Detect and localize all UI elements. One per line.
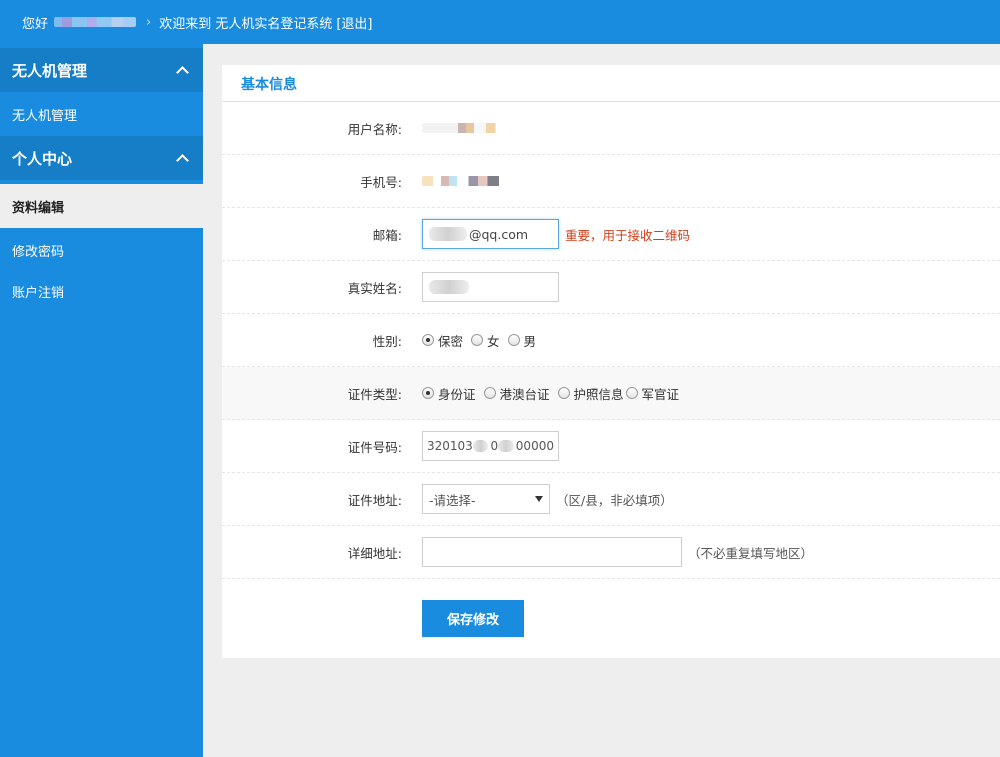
row-gender: 性别: 保密 女 男: [222, 314, 1000, 367]
radio-checked-icon[interactable]: [422, 387, 434, 399]
radio-icon[interactable]: [557, 387, 570, 399]
email-local-redacted: [429, 227, 467, 241]
radio-icon[interactable]: [483, 387, 496, 399]
sidebar-item-account-cancel[interactable]: 账户注销: [0, 272, 203, 310]
save-button[interactable]: 保存修改: [422, 599, 524, 637]
email-field[interactable]: @qq.com: [422, 219, 559, 249]
row-idtype: 证件类型: 身份证 港澳台证 护照信息 军官证: [222, 367, 1000, 420]
gender-label: 性别:: [372, 333, 402, 349]
email-suffix: @qq.com: [469, 226, 529, 242]
idno-redacted: [472, 440, 489, 452]
username-label: 用户名称:: [347, 121, 402, 137]
radio-icon[interactable]: [471, 334, 484, 346]
profile-panel: 基本信息 用户名称: 手机号: 邮箱: @qq.com 重要，用于接收二维码 真…: [222, 65, 1000, 658]
greeting-text: 您好: [22, 16, 49, 32]
idno-label: 证件号码:: [347, 439, 402, 455]
radio-icon[interactable]: [507, 334, 520, 346]
address-select-value: -请选择-: [429, 492, 476, 508]
action-row: 保存修改: [222, 579, 1000, 657]
address-hint: （区/县，非必填项）: [556, 492, 673, 508]
realname-field[interactable]: [422, 272, 559, 302]
menu-group-drone[interactable]: 无人机管理: [0, 48, 203, 92]
gender-radio-female[interactable]: 女: [471, 331, 500, 350]
phone-value-redacted: [422, 176, 502, 186]
row-idno: 证件号码: 320103 0 00000: [222, 420, 1000, 473]
idtype-radio-hk-mo-tw[interactable]: 港澳台证: [483, 384, 550, 403]
address-label: 证件地址:: [347, 492, 402, 508]
gender-radio-male[interactable]: 男: [507, 331, 536, 350]
email-hint: 重要，用于接收二维码: [565, 227, 691, 243]
sidebar-item-change-password[interactable]: 修改密码: [0, 228, 203, 272]
menu-group-title: 无人机管理: [12, 61, 88, 80]
detail-hint: （不必重复填写地区）: [688, 545, 814, 561]
idno-redacted: [498, 440, 514, 452]
sidebar-item-drone-management[interactable]: 无人机管理: [0, 92, 203, 136]
row-username: 用户名称:: [222, 102, 1000, 155]
welcome-text: 欢迎来到 无人机实名登记系统: [159, 16, 333, 32]
panel-title: 基本信息: [222, 65, 1000, 102]
chevron-up-icon[interactable]: [176, 66, 189, 79]
menu-group-personal[interactable]: 个人中心: [0, 136, 203, 180]
row-detail-address: 详细地址: （不必重复填写地区）: [222, 526, 1000, 579]
chevron-up-icon[interactable]: [176, 154, 189, 167]
detail-label: 详细地址:: [347, 545, 402, 561]
detail-address-input[interactable]: [422, 537, 682, 567]
radio-icon[interactable]: [625, 387, 638, 399]
realname-redacted: [429, 280, 469, 294]
top-bar: 您好 › 欢迎来到 无人机实名登记系统 [退出]: [0, 0, 1000, 44]
username-value-redacted: [422, 123, 502, 133]
row-email: 邮箱: @qq.com 重要，用于接收二维码: [222, 208, 1000, 261]
row-realname: 真实姓名:: [222, 261, 1000, 314]
username-redacted: [54, 17, 137, 27]
idtype-radio-idcard[interactable]: 身份证: [422, 384, 476, 403]
address-select[interactable]: -请选择-: [422, 484, 550, 514]
row-address: 证件地址: -请选择- （区/县，非必填项）: [222, 473, 1000, 526]
logout-link[interactable]: [退出]: [336, 13, 372, 32]
sidebar: 无人机管理 无人机管理 个人中心 资料编辑 修改密码 账户注销: [0, 44, 203, 757]
caret-down-icon[interactable]: [535, 496, 543, 502]
row-phone: 手机号:: [222, 155, 1000, 208]
idtype-label: 证件类型:: [347, 386, 402, 402]
realname-label: 真实姓名:: [347, 280, 402, 296]
radio-checked-icon[interactable]: [422, 334, 434, 346]
menu-group-title: 个人中心: [12, 149, 73, 168]
email-label: 邮箱:: [372, 227, 402, 243]
sidebar-item-profile-edit[interactable]: 资料编辑: [0, 184, 203, 228]
gender-radio-secret[interactable]: 保密: [422, 331, 463, 350]
separator: ›: [146, 14, 152, 30]
idtype-radio-officer[interactable]: 军官证: [625, 384, 679, 403]
idno-field[interactable]: 320103 0 00000: [422, 431, 559, 461]
idtype-radio-passport[interactable]: 护照信息: [557, 384, 624, 403]
phone-label: 手机号:: [360, 174, 402, 190]
